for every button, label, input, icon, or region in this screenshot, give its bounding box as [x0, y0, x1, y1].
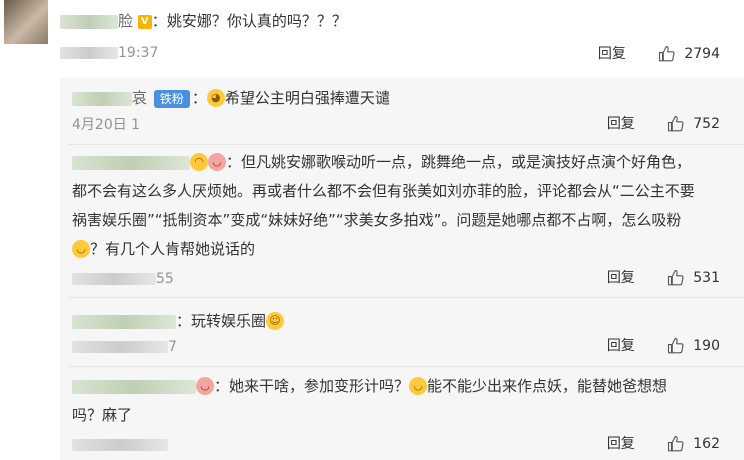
reply-button[interactable]: 回复 [607, 270, 635, 286]
blush-emoji-icon: ◡ [196, 376, 214, 395]
reply-text-line: 祸害娱乐圈”“抵制资本”变成“妹妹好绝”“求美女多拍戏”。问题是她哪点都不占啊，… [72, 211, 682, 229]
avatar[interactable] [4, 0, 48, 44]
reply-line: ◡ ？有几个人肯帮她说话的 [72, 235, 712, 264]
time-blurred [60, 47, 118, 59]
reply-text-line: 但凡姚安娜歌喉动听一点，跳舞绝一点，或是演技好点演个好角色， [241, 153, 692, 171]
smirk-emoji-icon: ◕ [206, 88, 225, 107]
main-comment-header: 脸 V ：姚安娜？你认真的吗？？？ [60, 10, 347, 32]
thumbs-up-icon [668, 115, 684, 132]
hug-emoji-icon: ◡ [72, 239, 90, 258]
divider [68, 144, 744, 145]
username-suffix[interactable]: 哀 [132, 89, 147, 107]
reply-text: 希望公主明白强捧遭天谴 [224, 89, 390, 107]
separator: ： [191, 89, 207, 107]
reply-button[interactable]: 回复 [607, 436, 635, 452]
reply-text-line: 吗？麻了 [72, 406, 133, 424]
time-blurred [72, 273, 156, 285]
username-suffix[interactable]: 脸 [118, 12, 133, 30]
separator: ： [176, 312, 192, 330]
smile-emoji-icon: ◡ [409, 376, 428, 395]
reply-text-line: 她来干啥，参加变形计吗？ [229, 377, 410, 395]
reply-2-actions: 回复 531 [607, 268, 720, 288]
reply-1-time: 4月20日 1 [72, 116, 140, 134]
like-count: 2794 [684, 46, 720, 62]
blush-emoji-icon: ◠ [190, 152, 208, 171]
fan-badge[interactable]: 铁粉 [153, 89, 190, 108]
username-blurred[interactable] [72, 314, 176, 329]
time-text: 7 [168, 339, 177, 355]
reply-text-line: ？有几个人肯帮她说话的 [90, 240, 256, 258]
reply-line: ◠ ◡ ：但凡姚安娜歌喉动听一点，跳舞绝一点，或是演技好点演个好角色， [72, 148, 712, 177]
reply-line: ◡ ：她来干啥，参加变形计吗？ ◡ 能不能少出来作点妖，能替她爸想想 [72, 372, 712, 401]
divider [68, 366, 744, 367]
username-blurred[interactable] [72, 379, 196, 394]
like-count: 190 [693, 338, 720, 354]
time-blurred [72, 341, 168, 353]
grin-emoji-icon: ☺ [266, 311, 285, 330]
time-text: 55 [156, 271, 174, 287]
reply-button[interactable]: 回复 [607, 338, 635, 354]
reply-1-header: 哀 铁粉： ◕ 希望公主明白强捧遭天谴 [72, 87, 390, 109]
like-count: 752 [693, 116, 720, 132]
time-text: 19:37 [118, 45, 159, 61]
reply-3-time: 7 [72, 338, 177, 356]
comment-actions: 回复 2794 [598, 44, 720, 64]
separator: ： [226, 153, 242, 171]
reply-button[interactable]: 回复 [607, 116, 635, 132]
separator: ： [151, 12, 167, 30]
like-button[interactable]: 162 [667, 435, 720, 452]
like-button[interactable]: 190 [667, 337, 720, 354]
username-blurred[interactable] [72, 155, 190, 170]
username-blurred[interactable] [72, 91, 132, 106]
reply-3-header: ：玩转娱乐圈 ☺ [72, 310, 285, 332]
comment-time: 19:37 [60, 44, 158, 62]
time-text: 4月20日 1 [72, 117, 141, 133]
like-button[interactable]: 752 [667, 115, 720, 132]
reply-4-actions: 回复 162 [607, 434, 720, 454]
username-blurred[interactable] [60, 14, 118, 29]
thumbs-up-icon [659, 45, 675, 62]
like-button[interactable]: 2794 [658, 45, 720, 62]
thumbs-up-icon [668, 337, 684, 354]
like-button[interactable]: 531 [667, 269, 720, 286]
reply-3-actions: 回复 190 [607, 336, 720, 356]
thumbs-up-icon [668, 435, 684, 452]
reply-4-time [72, 436, 168, 454]
divider [68, 297, 744, 298]
blush-emoji-icon: ◡ [208, 152, 226, 171]
reply-2-time: 55 [72, 270, 174, 288]
reply-text-line: 能不能少出来作点妖，能替她爸想想 [427, 377, 668, 395]
like-count: 531 [693, 270, 720, 286]
reply-text: 玩转娱乐圈 [191, 312, 267, 330]
reply-button[interactable]: 回复 [598, 46, 626, 62]
vip-icon: V [137, 14, 152, 29]
time-blurred [72, 439, 168, 451]
reply-1-actions: 回复 752 [607, 114, 720, 134]
comment-text: 姚安娜？你认真的吗？？？ [166, 12, 347, 30]
reply-4-body: ◡ ：她来干啥，参加变形计吗？ ◡ 能不能少出来作点妖，能替她爸想想 吗？麻了 [72, 372, 712, 430]
like-count: 162 [693, 436, 720, 452]
reply-2-body: ◠ ◡ ：但凡姚安娜歌喉动听一点，跳舞绝一点，或是演技好点演个好角色， 都不会有这么… [72, 148, 712, 264]
separator: ： [214, 377, 230, 395]
thumbs-up-icon [668, 269, 684, 286]
reply-text-line: 都不会有这么多人厌烦她。再或者什么都不会但有张美如刘亦菲的脸，评论都会从“二公主… [72, 182, 695, 200]
